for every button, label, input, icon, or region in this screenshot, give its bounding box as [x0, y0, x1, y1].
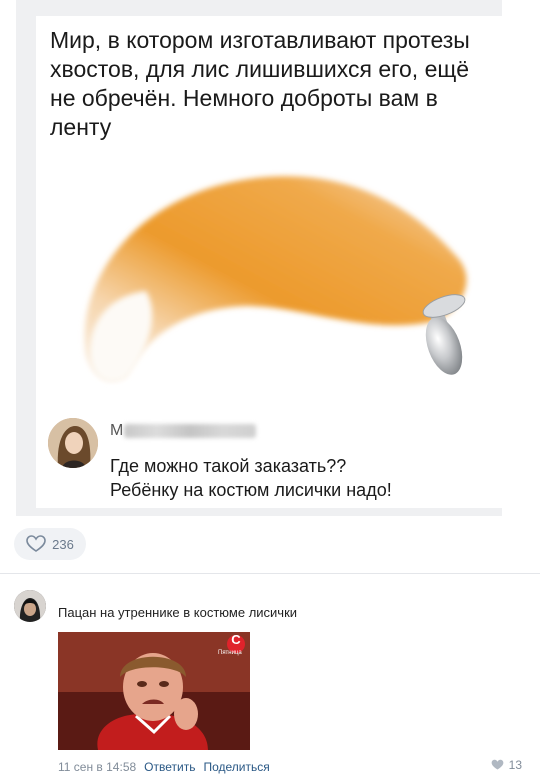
- divider: [0, 573, 540, 574]
- comment-text: Пацан на утреннике в костюме лисички: [58, 605, 298, 620]
- meme-comment-text: Где можно такой заказать?? Ребёнку на ко…: [110, 456, 392, 500]
- reply-link[interactable]: Ответить: [144, 760, 195, 774]
- post-image[interactable]: Мир, в котором изготавливают протезы хво…: [16, 0, 508, 516]
- comment-like-button[interactable]: 13: [491, 758, 522, 772]
- heart-icon: [26, 535, 46, 552]
- heart-icon: [491, 759, 503, 770]
- commenter-name-initial: М: [110, 422, 124, 439]
- tv-channel-badge: С: [231, 632, 241, 647]
- comment-author-avatar[interactable]: [14, 590, 46, 622]
- comment-attached-image[interactable]: С Пятница: [58, 632, 250, 750]
- commenter-name-blurred: [124, 424, 256, 438]
- post-like-button[interactable]: 236: [14, 528, 86, 560]
- share-link[interactable]: Поделиться: [203, 760, 269, 774]
- comment-meta: 11 сен в 14:58 Ответить Поделиться: [58, 760, 270, 774]
- comment-like-count: 13: [508, 758, 522, 772]
- meme-caption: Мир, в котором изготавливают протезы хво…: [50, 27, 470, 140]
- commenter-avatar: [48, 418, 98, 468]
- fox-tail-image: [84, 176, 467, 382]
- post-like-count: 236: [52, 536, 74, 552]
- tv-channel-caption: Пятница: [218, 650, 242, 656]
- meme-card: Мир, в котором изготавливают протезы хво…: [36, 16, 508, 508]
- comment-date[interactable]: 11 сен в 14:58: [58, 760, 136, 774]
